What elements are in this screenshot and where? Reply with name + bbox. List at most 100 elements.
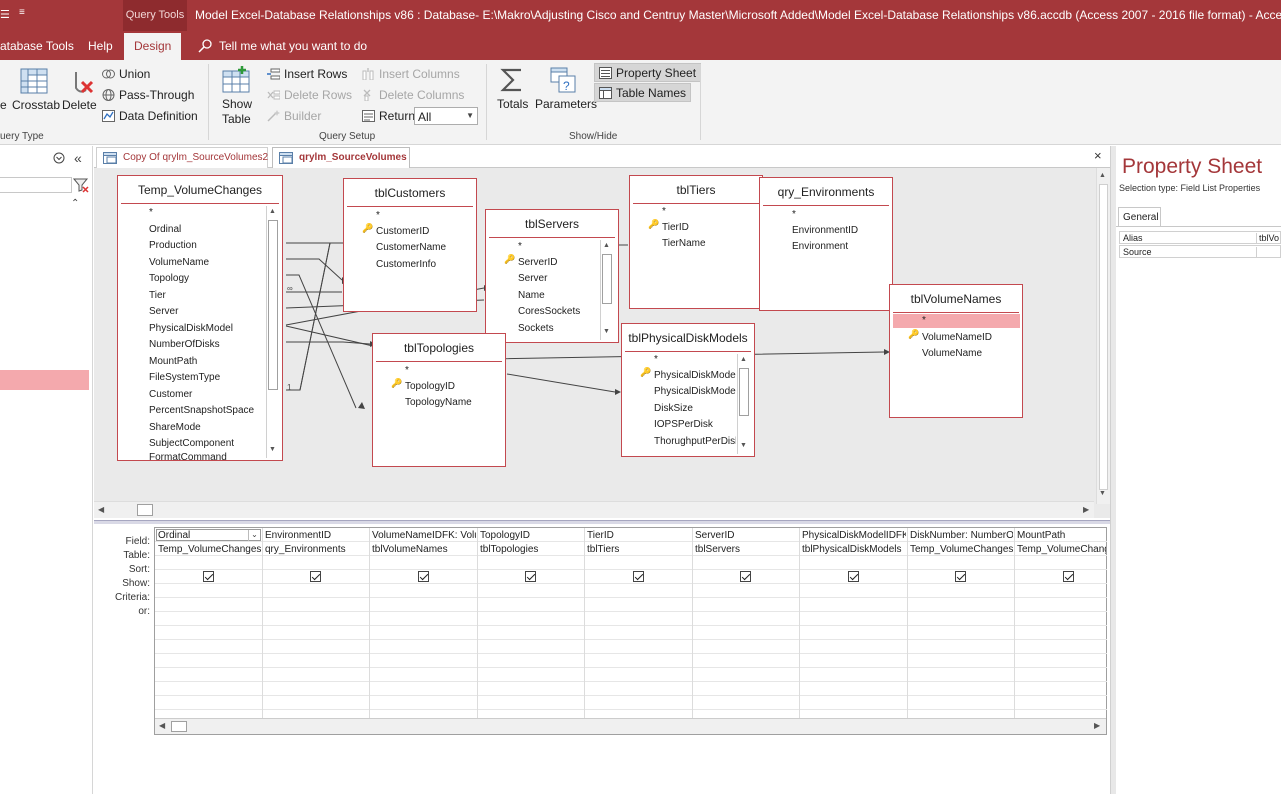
field-item[interactable]: VolumeName xyxy=(922,348,982,359)
field-item[interactable]: * xyxy=(662,206,666,217)
table-tblphysicaldiskmodels[interactable]: tblPhysicalDiskModels * 🔑 PhysicalDiskMo… xyxy=(621,323,755,457)
show-checkbox[interactable] xyxy=(955,571,966,582)
return-dropdown[interactable]: All ▼ xyxy=(414,107,478,125)
field-item[interactable]: Sockets xyxy=(518,323,554,334)
field-item[interactable]: Ordinal xyxy=(149,224,181,235)
quick-access-icon[interactable]: ☰ xyxy=(0,8,10,21)
insert-rows-button[interactable]: Insert Rows xyxy=(267,67,347,81)
field-item[interactable]: PhysicalDiskModel xyxy=(149,323,233,334)
chevron-up-double-icon[interactable]: ⌃ xyxy=(71,198,79,209)
field-item[interactable]: ThorughputPerDisk xyxy=(654,436,736,447)
grid-field-cell[interactable]: TopologyID xyxy=(480,530,583,541)
show-checkbox[interactable] xyxy=(310,571,321,582)
grid-table-cell[interactable]: Temp_VolumeChang xyxy=(1017,544,1106,555)
customize-qat-icon[interactable]: ≡ xyxy=(19,7,25,18)
field-item[interactable]: * xyxy=(405,365,409,376)
field-item[interactable]: * xyxy=(654,354,658,365)
field-item[interactable]: VolumeNameID xyxy=(922,332,992,343)
grid-field-cell[interactable]: MountPath xyxy=(1017,530,1106,541)
table-qry-environments[interactable]: qry_Environments * EnvironmentID Environ… xyxy=(759,177,893,311)
field-item[interactable]: ShareMode xyxy=(149,422,201,433)
scroll-up-icon[interactable]: ▲ xyxy=(740,356,747,363)
scroll-down-icon[interactable]: ▼ xyxy=(603,328,610,335)
field-item[interactable]: Server xyxy=(518,273,547,284)
tab-general[interactable]: General xyxy=(1118,207,1161,226)
scroll-thumb[interactable] xyxy=(739,368,749,416)
totals-button[interactable]: Totals xyxy=(497,97,528,111)
scroll-thumb[interactable] xyxy=(268,220,278,390)
field-item[interactable]: ServerID xyxy=(518,257,557,268)
field-item[interactable]: TierID xyxy=(662,222,689,233)
field-item[interactable]: Name xyxy=(518,290,545,301)
table-scrollbar[interactable]: ▲ ▼ xyxy=(737,354,750,454)
scroll-up-icon[interactable]: ▲ xyxy=(269,208,276,215)
scroll-thumb[interactable] xyxy=(602,254,612,304)
doc-tab-sourcevolumes[interactable]: qrylm_SourceVolumes xyxy=(272,147,410,168)
field-item[interactable]: FormatCommand xyxy=(149,452,227,460)
scroll-down-icon[interactable]: ▼ xyxy=(740,442,747,449)
delete-columns-button[interactable]: Delete Columns xyxy=(362,88,464,102)
grid-table-cell[interactable]: Temp_VolumeChanges xyxy=(910,544,1013,555)
scroll-thumb[interactable] xyxy=(171,721,187,732)
tab-help[interactable]: Help xyxy=(88,39,113,53)
grid-field-cell[interactable]: VolumeNameIDFK: Volu xyxy=(372,530,476,541)
grid-table-cell[interactable]: qry_Environments xyxy=(265,544,368,555)
nav-dropdown-icon[interactable] xyxy=(53,152,65,167)
field-item[interactable]: * xyxy=(149,207,153,218)
scroll-down-icon[interactable]: ▼ xyxy=(1099,490,1106,497)
relationship-vscrollbar[interactable]: ▲ ▼ xyxy=(1096,168,1110,504)
nav-search-input[interactable] xyxy=(0,177,72,193)
show-checkbox[interactable] xyxy=(1063,571,1074,582)
property-sheet-button[interactable]: Property Sheet xyxy=(594,63,702,82)
show-checkbox[interactable] xyxy=(633,571,644,582)
field-item[interactable]: * xyxy=(922,315,926,326)
field-item[interactable]: * xyxy=(376,210,380,221)
field-item[interactable]: * xyxy=(518,241,522,252)
field-item[interactable]: * xyxy=(792,209,796,220)
field-item[interactable]: CoresSockets xyxy=(518,306,580,317)
delete-rows-button[interactable]: Delete Rows xyxy=(267,88,352,102)
clear-filter-icon[interactable] xyxy=(72,177,89,196)
grid-table-cell[interactable]: tblPhysicalDiskModels xyxy=(802,544,906,555)
tab-design[interactable]: Design xyxy=(124,33,182,60)
show-checkbox[interactable] xyxy=(525,571,536,582)
scroll-thumb[interactable] xyxy=(137,504,153,516)
field-item[interactable]: Customer xyxy=(149,389,192,400)
tab-database-tools[interactable]: atabase Tools xyxy=(0,39,74,53)
field-item[interactable]: VolumeName xyxy=(149,257,209,268)
table-tblvolumenames[interactable]: tblVolumeNames * 🔑 VolumeNameID VolumeNa… xyxy=(889,284,1023,418)
field-item[interactable]: TopologyID xyxy=(405,381,455,392)
builder-button[interactable]: Builder xyxy=(267,109,321,123)
doc-tab-copy-of-sourcevolumes2[interactable]: Copy Of qrylm_SourceVolumes2 xyxy=(96,147,268,168)
field-item[interactable]: IOPSPerDisk xyxy=(654,419,713,430)
crosstab-button[interactable]: Crosstab xyxy=(12,98,60,112)
scroll-left-icon[interactable]: ◀ xyxy=(98,505,104,514)
data-definition-button[interactable]: Data Definition xyxy=(102,109,198,123)
field-item[interactable]: TopologyName xyxy=(405,397,472,408)
scroll-left-icon[interactable]: ◀ xyxy=(159,721,165,730)
tell-me-search[interactable]: Tell me what you want to do xyxy=(219,39,367,53)
grid-table-cell[interactable]: tblTopologies xyxy=(480,544,583,555)
grid-field-cell[interactable]: TierID xyxy=(587,530,691,541)
field-item[interactable]: Topology xyxy=(149,273,189,284)
grid-field-cell[interactable]: DiskNumber: NumberOf xyxy=(910,530,1013,541)
scroll-up-icon[interactable]: ▲ xyxy=(1099,172,1106,179)
collapse-pane-icon[interactable]: « xyxy=(74,150,82,166)
grid-table-cell[interactable]: Temp_VolumeChanges xyxy=(158,544,261,555)
field-item[interactable]: FileSystemType xyxy=(149,372,220,383)
pane-splitter[interactable] xyxy=(94,520,1110,524)
scroll-right-icon[interactable]: ▶ xyxy=(1094,721,1100,730)
field-item[interactable]: CustomerInfo xyxy=(376,259,436,270)
field-item[interactable]: TierName xyxy=(662,238,706,249)
scroll-up-icon[interactable]: ▲ xyxy=(603,242,610,249)
scroll-down-icon[interactable]: ▼ xyxy=(269,446,276,453)
field-item[interactable]: PhysicalDiskModelN xyxy=(654,386,736,397)
nav-selected-item[interactable] xyxy=(0,370,89,390)
scroll-thumb[interactable] xyxy=(1099,184,1108,490)
table-scrollbar[interactable]: ▲ ▼ xyxy=(600,240,613,340)
table-tblcustomers[interactable]: tblCustomers * 🔑 CustomerID CustomerName… xyxy=(343,178,477,312)
query-design-grid[interactable]: Ordinal ⌄ Temp_VolumeChanges Environment… xyxy=(154,527,1107,735)
field-item[interactable]: NumberOfDisks xyxy=(149,339,220,350)
table-tbltiers[interactable]: tblTiers * 🔑 TierID TierName xyxy=(629,175,763,309)
show-table-button-line2[interactable]: Table xyxy=(222,112,251,126)
